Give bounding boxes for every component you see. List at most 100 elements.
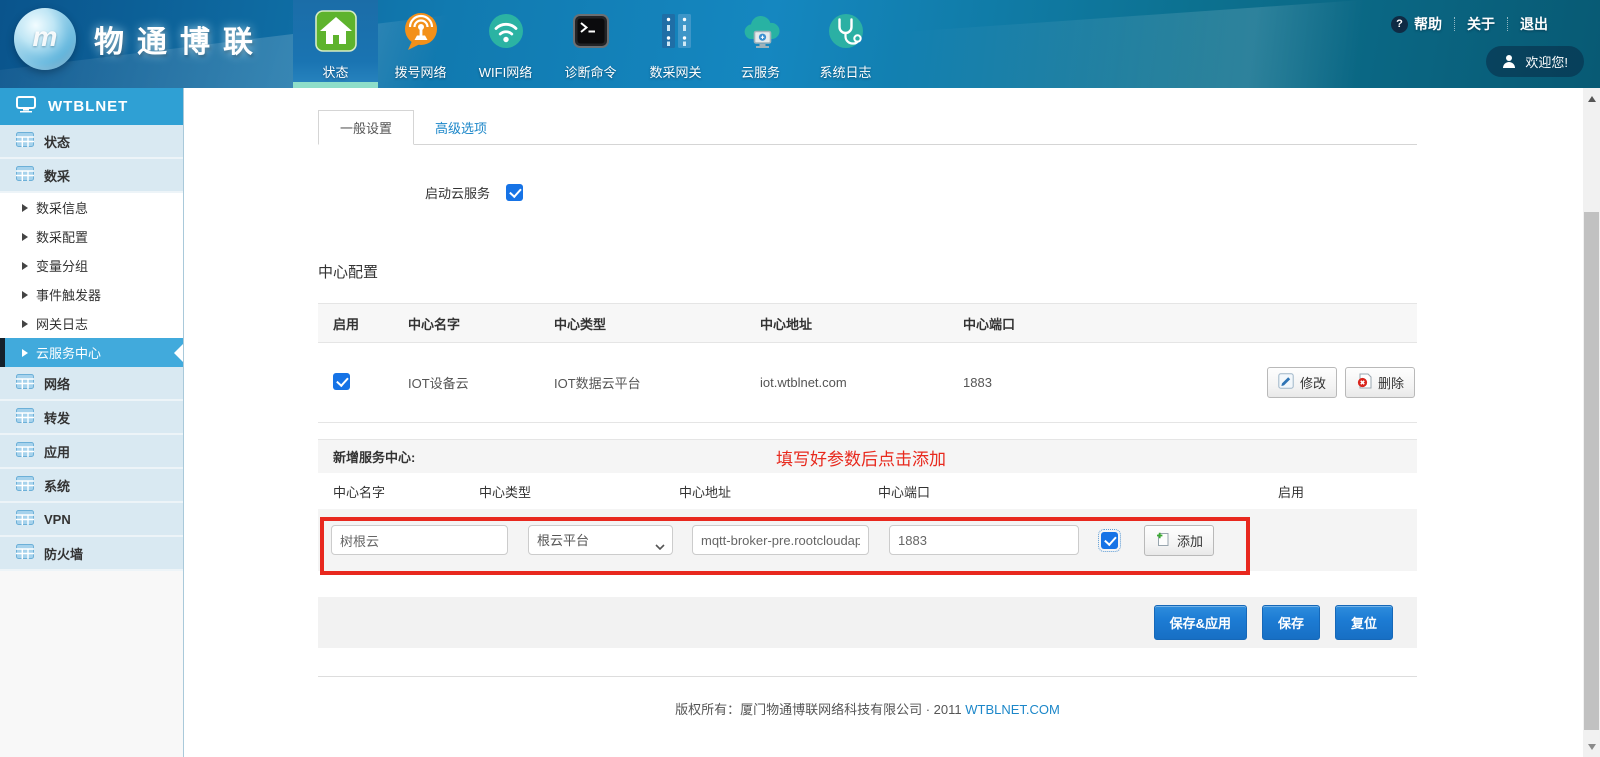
home-icon (313, 8, 359, 59)
arrow-right-icon (22, 291, 28, 299)
sidebar-item-data-collection[interactable]: 数采 (0, 159, 183, 193)
reset-button[interactable]: 复位 (1335, 605, 1393, 640)
sidebar-item-cloud-service-center[interactable]: 云服务中心 (0, 338, 183, 367)
center-config-table: 启用 中心名字 中心类型 中心地址 中心端口 IOT设备云 IOT数据云平台 i… (318, 303, 1417, 423)
row-enabled-checkbox[interactable] (333, 373, 350, 390)
header-links: 帮助 关于 退出 (1391, 14, 1548, 34)
vertical-scrollbar[interactable] (1583, 88, 1600, 757)
table-header-row: 启用 中心名字 中心类型 中心地址 中心端口 (318, 303, 1417, 343)
arrow-right-icon (22, 262, 28, 270)
logout-link[interactable]: 退出 (1520, 14, 1548, 34)
monitor-icon (16, 96, 36, 117)
scroll-up-arrow-icon[interactable] (1583, 90, 1600, 107)
sidebar-item-application[interactable]: 应用 (0, 435, 183, 469)
center-type-select[interactable]: 根云平台 (528, 525, 673, 555)
edit-button[interactable]: 修改 (1267, 367, 1337, 398)
add-section-header: 新增服务中心: 填写好参数后点击添加 (318, 439, 1417, 473)
row-center-address: iot.wtblnet.com (760, 375, 963, 390)
grid-icon (16, 408, 34, 426)
sidebar-item-firewall[interactable]: 防火墙 (0, 537, 183, 571)
annotation-text: 填写好参数后点击添加 (776, 445, 946, 470)
settings-tabs: 一般设置 高级选项 (318, 114, 1417, 145)
form-actions: 保存&应用 保存 复位 (318, 597, 1417, 648)
grid-icon (16, 374, 34, 392)
sidebar-item-forwarding[interactable]: 转发 (0, 401, 183, 435)
center-address-input[interactable] (692, 525, 869, 555)
enable-cloud-label: 启动云服务 (425, 183, 490, 202)
nav-item-cloud-service[interactable]: 云服务 (718, 0, 803, 88)
dial-network-icon (398, 8, 444, 59)
center-type-select-wrap: 根云平台 (528, 525, 673, 555)
sidebar-item-data-config[interactable]: 数采配置 (0, 222, 183, 251)
row-center-type: IOT数据云平台 (554, 373, 760, 392)
sidebar-item-vpn[interactable]: VPN (0, 503, 183, 537)
enable-cloud-checkbox[interactable] (506, 184, 523, 201)
arrow-right-icon (22, 349, 28, 357)
wifi-icon (483, 8, 529, 59)
row-center-port: 1883 (963, 375, 1247, 390)
nav-item-data-gateway[interactable]: 数采网关 (633, 0, 718, 88)
sidebar-item-system[interactable]: 系统 (0, 469, 183, 503)
add-section-title: 新增服务中心: (318, 447, 415, 466)
copyright-year: · 2011 (926, 702, 962, 717)
footer-divider (318, 676, 1417, 677)
add-button[interactable]: 添加 (1144, 525, 1214, 556)
row-center-name: IOT设备云 (408, 373, 554, 392)
add-labels-row: 中心名字 中心类型 中心地址 中心端口 启用 (318, 473, 1417, 509)
tab-advanced-options[interactable]: 高级选项 (414, 111, 508, 144)
add-enabled-checkbox[interactable] (1101, 532, 1118, 549)
separator (1507, 17, 1508, 31)
arrow-right-icon (22, 204, 28, 212)
grid-icon (16, 442, 34, 460)
section-title: 中心配置 (318, 261, 1417, 279)
brand-name: 物通博联 (94, 17, 266, 61)
footer: 版权所有：厦门物通博联网络科技有限公司 · 2011 WTBLNET.COM (318, 699, 1417, 718)
sidebar-item-gateway-log[interactable]: 网关日志 (0, 309, 183, 338)
add-service-center-section: 新增服务中心: 填写好参数后点击添加 中心名字 中心类型 中心地址 中心端口 启… (318, 439, 1417, 571)
delete-button[interactable]: 删除 (1345, 367, 1415, 398)
nav-item-dial-network[interactable]: 拨号网络 (378, 0, 463, 88)
grid-icon (16, 544, 34, 562)
top-header: m 物通博联 状态 (0, 0, 1600, 88)
separator (1454, 17, 1455, 31)
sidebar: WTBLNET 状态 数采 数采信息 数采配置 变量分组 事件触发器 网关日志 (0, 88, 184, 757)
center-name-input[interactable] (331, 525, 508, 555)
grid-icon (16, 166, 34, 184)
save-button[interactable]: 保存 (1262, 605, 1320, 640)
delete-icon (1356, 373, 1372, 392)
sidebar-item-network[interactable]: 网络 (0, 367, 183, 401)
system-log-icon (823, 8, 869, 59)
scrollbar-thumb[interactable] (1584, 212, 1599, 730)
save-apply-button[interactable]: 保存&应用 (1154, 605, 1247, 640)
terminal-icon (568, 8, 614, 59)
tab-general-settings[interactable]: 一般设置 (318, 110, 414, 145)
logo-sphere-icon: m (14, 8, 76, 70)
sidebar-item-data-info[interactable]: 数采信息 (0, 193, 183, 222)
grid-icon (16, 132, 34, 150)
about-link[interactable]: 关于 (1467, 14, 1495, 34)
user-icon (1502, 55, 1516, 68)
enable-cloud-row: 启动云服务 (318, 183, 1417, 201)
device-name-header: WTBLNET (0, 88, 183, 125)
top-nav: 状态 拨号网络 (293, 0, 888, 88)
nav-item-wifi-network[interactable]: WIFI网络 (463, 0, 548, 88)
nav-item-status[interactable]: 状态 (293, 0, 378, 88)
add-inputs-row: 根云平台 (318, 509, 1417, 571)
cloud-service-icon (738, 8, 784, 59)
nav-item-system-log[interactable]: 系统日志 (803, 0, 888, 88)
sidebar-item-variable-group[interactable]: 变量分组 (0, 251, 183, 280)
center-port-input[interactable] (889, 525, 1079, 555)
footer-link[interactable]: WTBLNET.COM (965, 702, 1060, 717)
scroll-down-arrow-icon[interactable] (1583, 738, 1600, 755)
table-row: IOT设备云 IOT数据云平台 iot.wtblnet.com 1883 修改 (318, 343, 1417, 423)
nav-item-diagnostic[interactable]: 诊断命令 (548, 0, 633, 88)
help-link[interactable]: 帮助 (1391, 14, 1442, 34)
sidebar-item-event-trigger[interactable]: 事件触发器 (0, 280, 183, 309)
grid-icon (16, 476, 34, 494)
copyright-text: 版权所有：厦门物通博联网络科技有限公司 (675, 702, 922, 717)
gateway-icon (653, 8, 699, 59)
help-icon (1391, 16, 1408, 33)
main-content: 一般设置 高级选项 启动云服务 中心配置 启用 中心名字 中心类型 中心地址 中… (184, 88, 1583, 757)
welcome-badge[interactable]: 欢迎您! (1486, 46, 1584, 77)
sidebar-item-status[interactable]: 状态 (0, 125, 183, 159)
